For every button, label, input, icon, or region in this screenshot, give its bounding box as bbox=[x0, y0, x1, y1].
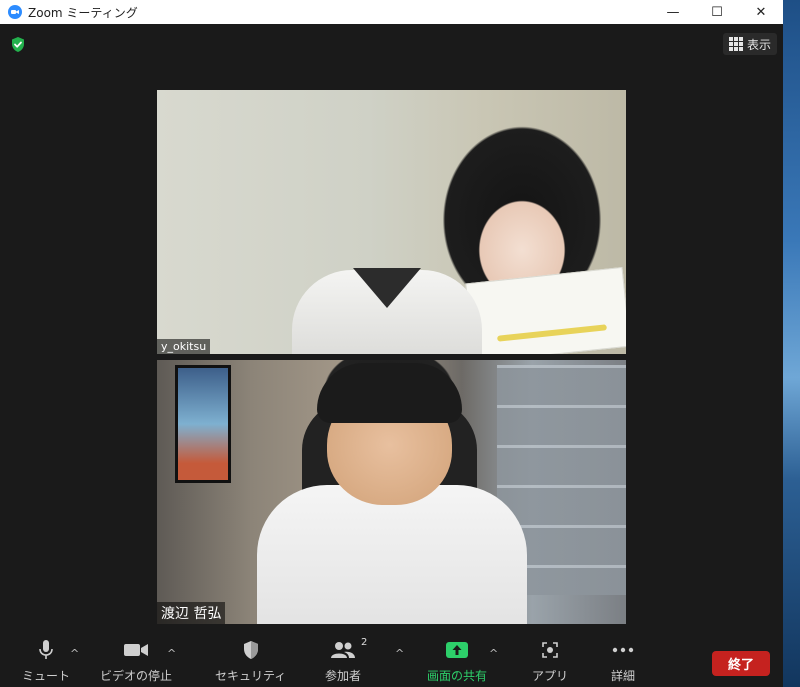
window-controls: — ☐ ✕ bbox=[651, 0, 783, 24]
meeting-toolbar: ミュート ^ ビデオの停止 ^ セキュリティ 2 参加者 ^ 画面の共有 ^ ア… bbox=[0, 635, 783, 687]
window-title: Zoom ミーティング bbox=[28, 5, 138, 20]
participants-label: 参加者 bbox=[325, 669, 362, 683]
apps-icon bbox=[541, 639, 559, 661]
participant-shirt bbox=[257, 485, 527, 624]
participants-count: 2 bbox=[361, 637, 368, 648]
people-icon bbox=[330, 639, 356, 661]
participant-name-tag: y_okitsu bbox=[157, 339, 211, 354]
participants-options-caret[interactable]: ^ bbox=[395, 647, 404, 660]
close-button[interactable]: ✕ bbox=[739, 0, 783, 24]
apps-label: アプリ bbox=[532, 669, 569, 683]
apps-button[interactable]: アプリ bbox=[532, 639, 568, 684]
participant-name-tag: 渡辺 哲弘 bbox=[157, 602, 226, 624]
security-label: セキュリティ bbox=[215, 669, 287, 683]
shield-icon bbox=[242, 639, 260, 661]
video-tile-1[interactable]: y_okitsu bbox=[157, 90, 626, 354]
share-options-caret[interactable]: ^ bbox=[489, 647, 498, 660]
wall-poster bbox=[175, 365, 231, 483]
shield-check-icon[interactable] bbox=[10, 36, 26, 53]
minimize-button[interactable]: — bbox=[651, 0, 695, 24]
end-meeting-button[interactable]: 終了 bbox=[712, 651, 770, 676]
audio-options-caret[interactable]: ^ bbox=[70, 647, 79, 660]
view-label: 表示 bbox=[747, 37, 772, 52]
view-button[interactable]: 表示 bbox=[723, 33, 778, 55]
more-dots-icon bbox=[612, 639, 634, 661]
microphone-icon bbox=[38, 639, 54, 661]
video-options-caret[interactable]: ^ bbox=[167, 647, 176, 660]
zoom-meeting-window: Zoom ミーティング — ☐ ✕ 表示 y_okitsu 渡辺 哲弘 ミュート… bbox=[0, 0, 783, 687]
title-bar: Zoom ミーティング — ☐ ✕ bbox=[0, 0, 783, 24]
whiteboard bbox=[465, 266, 626, 354]
desktop-background bbox=[783, 0, 800, 687]
mute-label: ミュート bbox=[22, 669, 71, 683]
maximize-button[interactable]: ☐ bbox=[695, 0, 739, 24]
stop-video-label: ビデオの停止 bbox=[100, 669, 173, 683]
share-screen-button[interactable]: 画面の共有 bbox=[427, 639, 487, 684]
participant-hair bbox=[317, 363, 462, 423]
grid-icon bbox=[729, 37, 743, 51]
security-button[interactable]: セキュリティ bbox=[215, 639, 286, 684]
video-camera-icon bbox=[123, 639, 149, 661]
video-tile-2[interactable]: 渡辺 哲弘 bbox=[157, 360, 626, 624]
participants-button[interactable]: 2 参加者 bbox=[325, 637, 367, 684]
mute-button[interactable]: ミュート bbox=[22, 639, 70, 684]
share-screen-label: 画面の共有 bbox=[427, 669, 488, 683]
more-button[interactable]: 詳細 bbox=[611, 639, 635, 684]
more-label: 詳細 bbox=[611, 669, 636, 683]
zoom-app-icon bbox=[8, 5, 22, 19]
share-screen-icon bbox=[445, 639, 469, 661]
stop-video-button[interactable]: ビデオの停止 bbox=[100, 639, 172, 684]
